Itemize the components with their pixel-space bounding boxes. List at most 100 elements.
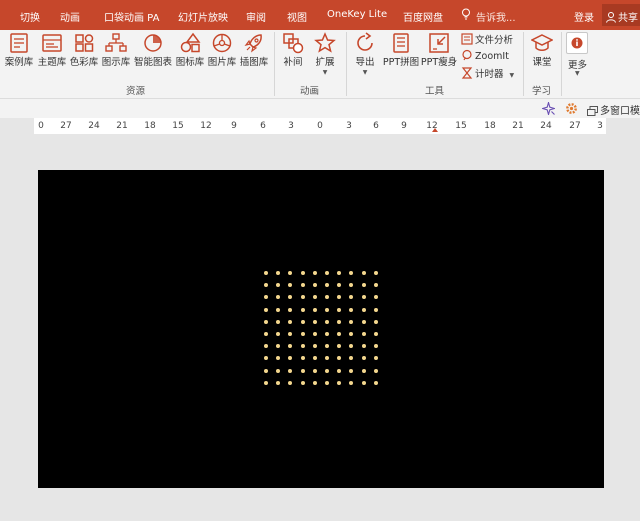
- color-library-icon: [75, 34, 94, 52]
- grid-dot: [337, 319, 342, 324]
- grid-dot: [373, 356, 378, 361]
- icon-library-button[interactable]: 图标库: [175, 32, 205, 69]
- share-button[interactable]: 共享: [602, 4, 640, 26]
- extend-label: 扩展: [315, 57, 335, 68]
- export-button[interactable]: 导出 ▼: [352, 32, 378, 76]
- grid-dot: [288, 283, 293, 288]
- grid-dot: [312, 307, 317, 312]
- grid-dot: [325, 283, 329, 288]
- dropdown-caret-icon: ▼: [575, 70, 580, 77]
- grid-dot: [325, 332, 329, 336]
- tab-onekey-lite[interactable]: OneKey Lite: [327, 9, 387, 20]
- grid-dot: [337, 307, 342, 312]
- grid-dot: [300, 295, 305, 300]
- picture-library-label: 图片库: [207, 57, 237, 68]
- more-button[interactable]: 更多 ▼: [566, 30, 592, 94]
- dot-grid[interactable]: [264, 271, 380, 387]
- rocket-icon: [244, 34, 262, 53]
- tab-slideshow[interactable]: 幻灯片放映: [178, 9, 228, 24]
- ruler-tick: 0: [317, 121, 323, 131]
- grid-dot: [264, 344, 268, 349]
- group-separator: [346, 32, 347, 96]
- grid-dot: [276, 307, 281, 312]
- icon-library-icon: [180, 32, 201, 53]
- grid-dot: [312, 295, 317, 300]
- grid-dot: [361, 319, 366, 324]
- tell-me-search[interactable]: 告诉我...: [476, 9, 516, 24]
- grid-dot: [349, 295, 354, 300]
- grid-dot: [264, 319, 268, 324]
- multi-window-button[interactable]: 多窗口模式: [587, 102, 640, 117]
- smart-chart-label: 智能图表: [133, 57, 172, 68]
- diagram-library-button[interactable]: 图示库: [101, 32, 131, 69]
- tween-label: 补间: [283, 57, 303, 68]
- sparkle-tool-icon[interactable]: [542, 102, 555, 115]
- ppt-slim-icon: [429, 33, 449, 53]
- grid-dot: [373, 332, 378, 336]
- grid-dot: [300, 332, 305, 336]
- grid-dot: [325, 319, 329, 324]
- case-library-button[interactable]: 案例库: [4, 32, 34, 69]
- timer-button[interactable]: 计时器 ▼: [461, 66, 514, 80]
- ruler-tick: 24: [540, 121, 552, 131]
- tab-review[interactable]: 审阅: [246, 9, 266, 24]
- color-library-button[interactable]: 色彩库: [69, 32, 99, 69]
- tween-button[interactable]: 补间: [280, 32, 306, 69]
- zoomit-button[interactable]: ZoomIt: [461, 49, 509, 62]
- ruler-indent-marker[interactable]: [432, 128, 438, 132]
- icon-library-label: 图标库: [175, 57, 205, 68]
- gear-icon[interactable]: [565, 102, 578, 115]
- grid-dot: [276, 380, 281, 385]
- illustration-library-button[interactable]: 插图库: [239, 32, 269, 69]
- picture-library-icon: [212, 33, 232, 53]
- smart-chart-button[interactable]: 智能图表: [133, 32, 173, 69]
- grid-dot: [373, 319, 378, 324]
- tab-transitions[interactable]: 切换: [20, 9, 40, 24]
- more-label: 更多: [568, 60, 588, 71]
- extend-button[interactable]: 扩展 ▼: [312, 32, 338, 76]
- grid-dot: [288, 356, 293, 361]
- grid-dot: [312, 356, 317, 361]
- grid-dot: [300, 307, 305, 312]
- grid-dot: [312, 344, 317, 349]
- grid-dot: [373, 344, 378, 349]
- classroom-button[interactable]: 课堂: [529, 32, 555, 69]
- ruler-tick: 6: [260, 121, 266, 131]
- ruler-tick: 3: [346, 121, 352, 131]
- tab-baidu-netdisk[interactable]: 百度网盘: [403, 9, 443, 24]
- grid-dot: [337, 380, 342, 385]
- ribbon-tab-bar: 切换 动画 口袋动画 PA 幻灯片放映 审阅 视图 OneKey Lite 百度…: [0, 0, 640, 30]
- grid-dot: [312, 271, 317, 275]
- ppt-slim-button[interactable]: PPT瘦身: [420, 32, 458, 69]
- grid-dot: [361, 344, 366, 349]
- grid-dot: [300, 356, 305, 361]
- tab-pocket-animation[interactable]: 口袋动画 PA: [104, 9, 159, 24]
- grid-dot: [361, 380, 366, 385]
- person-icon: [606, 12, 616, 23]
- grid-dot: [349, 344, 354, 349]
- dropdown-caret-icon: ▼: [509, 72, 515, 79]
- smart-chart-icon: [144, 34, 162, 52]
- grid-dot: [337, 368, 342, 373]
- grid-dot: [361, 283, 366, 288]
- grid-dot: [288, 368, 293, 373]
- ruler-tick: 3: [288, 121, 294, 131]
- file-analysis-button[interactable]: 文件分析: [461, 32, 513, 46]
- ruler-tick: 27: [60, 121, 72, 131]
- ruler-tick: 3: [597, 121, 603, 131]
- tab-animations[interactable]: 动画: [60, 9, 80, 24]
- grid-dot: [337, 271, 342, 275]
- grid-dot: [264, 307, 268, 312]
- grid-dot: [325, 380, 329, 385]
- grid-dot: [373, 368, 378, 373]
- magnifier-icon: [462, 49, 472, 61]
- ppt-merge-button[interactable]: PPT拼图: [382, 32, 420, 69]
- theme-library-button[interactable]: 主题库: [37, 32, 67, 69]
- tab-view[interactable]: 视图: [287, 9, 307, 24]
- hourglass-icon: [461, 67, 473, 79]
- grid-dot: [325, 356, 329, 361]
- grid-dot: [276, 368, 281, 373]
- picture-library-button[interactable]: 图片库: [207, 32, 237, 69]
- grid-dot: [337, 344, 342, 349]
- login-link[interactable]: 登录: [574, 9, 594, 24]
